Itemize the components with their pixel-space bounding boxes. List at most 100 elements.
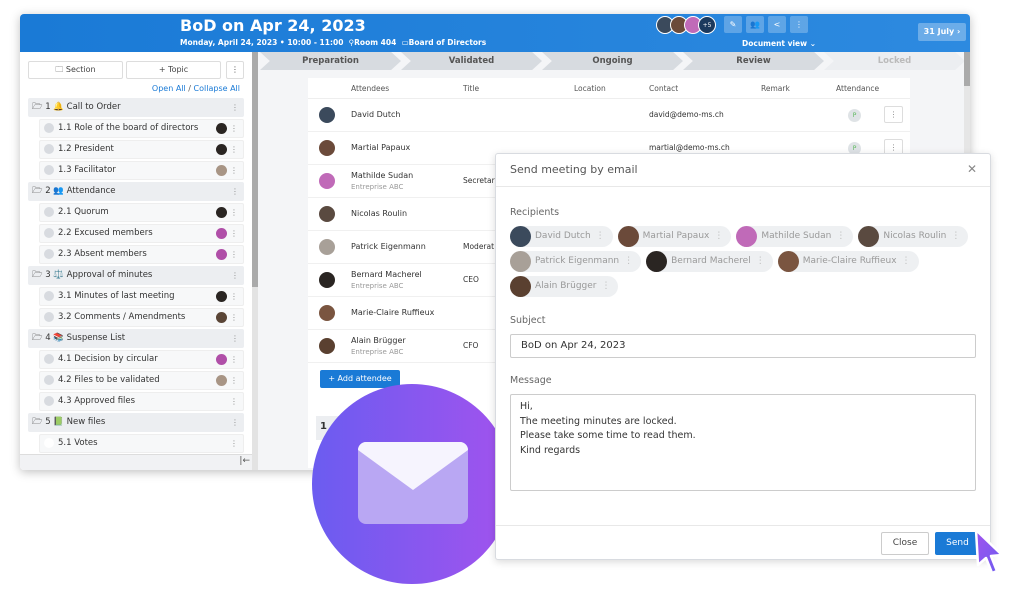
kebab-icon[interactable]: ⋮ [230,288,238,305]
edit-button[interactable]: ✎ [724,16,742,33]
add-topic-button[interactable]: + Topic [126,61,221,79]
status-icon [44,144,54,154]
attendee-contact: martial@demo-ms.ch [649,143,730,152]
column-header: Contact [649,84,679,93]
recipient-chip[interactable]: Patrick Eigenmann ⋮ [510,251,642,272]
kebab-icon[interactable]: ⋮ [230,435,238,452]
table-row[interactable]: David Dutch david@demo-ms.ch P ⋮ [308,99,910,132]
agenda-section[interactable]: 🗁 1 🔔 Call to Order ⋮ [28,98,244,117]
kebab-icon[interactable]: ⋮ [230,225,238,242]
step-review[interactable]: Review [683,52,824,70]
close-button[interactable]: Close [881,532,929,555]
kebab-icon[interactable]: ⋮ [230,372,238,389]
agenda-item[interactable]: 1.2 President ⋮ [39,140,244,159]
step-ongoing[interactable]: Ongoing [542,52,683,70]
kebab-icon[interactable]: ⋮ [231,266,239,285]
kebab-icon[interactable]: ⋮ [756,256,765,266]
row-menu-button[interactable]: ⋮ [884,106,903,123]
agenda-item[interactable]: 1.3 Facilitator ⋮ [39,161,244,180]
agenda-item[interactable]: 5.1 Votes ⋮ [39,434,244,453]
kebab-icon[interactable]: ⋮ [951,231,960,241]
kebab-icon[interactable]: ⋮ [230,246,238,263]
share-button[interactable]: < [768,16,786,33]
folder-open-icon: 🗁 [32,417,46,427]
section-label: Section [65,65,96,74]
open-all-link[interactable]: Open All [152,84,186,93]
recipient-chip[interactable]: Alain Brügger ⋮ [510,276,619,297]
kebab-icon[interactable]: ⋮ [231,413,239,432]
item-label: 1.3 Facilitator [58,165,116,175]
kebab-icon[interactable]: ⋮ [902,256,911,266]
kebab-icon[interactable]: ⋮ [231,98,239,117]
close-icon[interactable]: ✕ [967,162,977,176]
avatar [216,354,227,365]
agenda-item[interactable]: 3.1 Minutes of last meeting ⋮ [39,287,244,306]
attendee-title: Secretar [463,176,495,185]
step-validated[interactable]: Validated [401,52,542,70]
agenda-tree: 🗁 1 🔔 Call to Order ⋮ 1.1 Role of the boar… [28,98,244,455]
agenda-section[interactable]: 🗁 5 📗 New files ⋮ [28,413,244,432]
attendee-name: Alain Brügger [351,336,406,345]
modal-title: Send meeting by email [496,154,990,187]
column-header: Title [463,84,480,93]
message-textarea[interactable]: Hi, The meeting minutes are locked. Plea… [510,394,976,491]
step-locked[interactable]: Locked [824,52,965,70]
sidebar-scrollbar[interactable] [252,52,258,470]
kebab-icon[interactable]: ⋮ [230,162,238,179]
attendee-name: David Dutch [351,110,401,119]
agenda-item[interactable]: 4.3 Approved files ⋮ [39,392,244,411]
collapse-all-link[interactable]: Collapse All [194,84,240,93]
recipient-chip[interactable]: Martial Papaux ⋮ [617,226,732,247]
kebab-icon[interactable]: ⋮ [624,256,633,266]
agenda-item[interactable]: 4.2 Files to be validated ⋮ [39,371,244,390]
kebab-icon[interactable]: ⋮ [230,351,238,368]
more-button[interactable]: ⋮ [790,16,808,33]
document-view-dropdown[interactable]: Document view ⌄ [742,39,816,48]
attendance-badge[interactable]: P [848,109,861,122]
kebab-icon[interactable]: ⋮ [714,231,723,241]
kebab-icon[interactable]: ⋮ [596,231,605,241]
agenda-item[interactable]: 4.1 Decision by circular ⋮ [39,350,244,369]
agenda-item[interactable]: 3.2 Comments / Amendments ⋮ [39,308,244,327]
avatar [216,123,227,134]
kebab-icon[interactable]: ⋮ [230,120,238,137]
avatar [216,312,227,323]
attendee-title: CFO [463,341,479,350]
participants-button[interactable]: 👥 [746,16,764,33]
recipient-chip[interactable]: Bernard Macherel ⋮ [646,251,773,272]
next-meeting-button[interactable]: 31 July › [918,23,966,41]
avatar [319,272,335,288]
agenda-item[interactable]: 2.3 Absent members ⋮ [39,245,244,264]
add-attendee-button[interactable]: + Add attendee [320,370,400,388]
kebab-icon[interactable]: ⋮ [230,393,238,410]
status-stepper: Preparation Validated Ongoing Review Locked [260,52,965,70]
collapse-sidebar-icon[interactable]: |← [239,456,250,466]
sidebar-more-button[interactable]: ⋮ [226,61,244,79]
recipient-chip[interactable]: Nicolas Roulin ⋮ [858,226,969,247]
agenda-item[interactable]: 1.1 Role of the board of directors ⋮ [39,119,244,138]
agenda-section[interactable]: 🗁 3 ⚖️ Approval of minutes ⋮ [28,266,244,285]
meeting-group: Board of Directors [408,38,487,47]
agenda-section[interactable]: 🗁 2 👥 Attendance ⋮ [28,182,244,201]
kebab-icon[interactable]: ⋮ [230,141,238,158]
kebab-icon[interactable]: ⋮ [231,329,239,348]
kebab-icon[interactable]: ⋮ [231,182,239,201]
step-preparation[interactable]: Preparation [260,52,401,70]
kebab-icon[interactable]: ⋮ [230,204,238,221]
status-icon [44,375,54,385]
recipient-chip[interactable]: Marie-Claire Ruffieux ⋮ [777,251,919,272]
kebab-icon[interactable]: ⋮ [601,281,610,291]
agenda-item[interactable]: 2.1 Quorum ⋮ [39,203,244,222]
agenda-item[interactable]: 2.2 Excused members ⋮ [39,224,244,243]
recipient-chip[interactable]: Mathilde Sudan ⋮ [736,226,854,247]
subject-input[interactable]: BoD on Apr 24, 2023 [510,334,976,358]
add-section-button[interactable]: 🗀 Section [28,61,123,79]
status-icon [44,165,54,175]
kebab-icon[interactable]: ⋮ [836,231,845,241]
item-label: 2.1 Quorum [58,207,109,217]
agenda-section[interactable]: 🗁 4 📚 Suspense List ⋮ [28,329,244,348]
section-label: 4 📚 Suspense List [45,333,126,343]
participant-avatars[interactable]: +5 [656,16,716,34]
kebab-icon[interactable]: ⋮ [230,309,238,326]
recipient-chip[interactable]: David Dutch ⋮ [510,226,613,247]
